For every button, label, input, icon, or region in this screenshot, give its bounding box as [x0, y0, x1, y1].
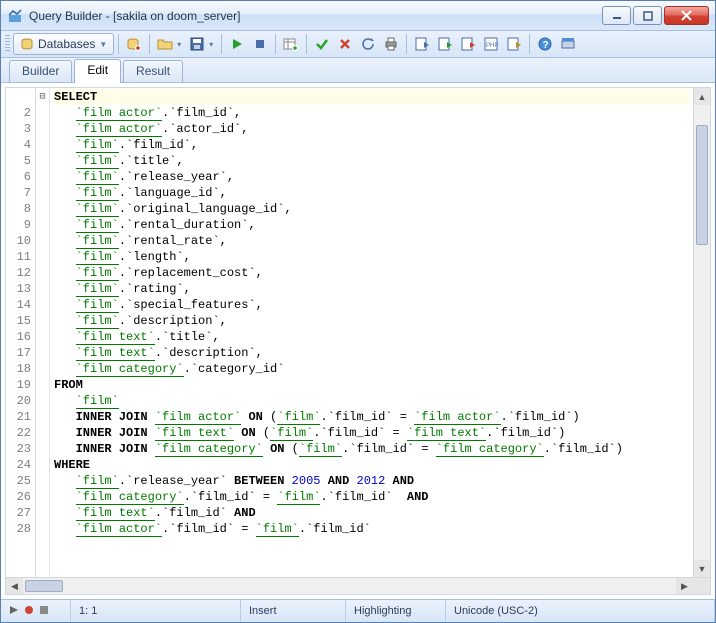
- save-icon[interactable]: [186, 33, 208, 55]
- toolbar-separator: [275, 34, 276, 54]
- cancel-icon[interactable]: [334, 33, 356, 55]
- svg-text:PHP: PHP: [486, 43, 498, 49]
- fold-column[interactable]: ⊟: [36, 88, 50, 577]
- toolbar-separator: [118, 34, 119, 54]
- check-icon[interactable]: [311, 33, 333, 55]
- databases-dropdown[interactable]: Databases ▼: [13, 33, 114, 55]
- scroll-up-icon[interactable]: ▲: [694, 88, 710, 105]
- export-icon-1[interactable]: [411, 33, 433, 55]
- options-icon[interactable]: [557, 33, 579, 55]
- titlebar: Query Builder - [sakila on doom_server]: [1, 1, 715, 31]
- tab-result[interactable]: Result: [123, 60, 183, 82]
- tab-edit[interactable]: Edit: [74, 59, 121, 83]
- tabbar: Builder Edit Result: [1, 58, 715, 83]
- window-title: Query Builder - [sakila on doom_server]: [29, 9, 602, 23]
- status-cursor-pos: 1: 1: [71, 600, 241, 622]
- open-icon[interactable]: [154, 33, 176, 55]
- status-encoding[interactable]: Unicode (USC-2): [446, 600, 715, 622]
- toolbar-separator: [149, 34, 150, 54]
- scroll-right-icon[interactable]: ▶: [676, 578, 693, 594]
- scroll-corner: [693, 578, 710, 594]
- editor: 2345678910111213141516171819202122232425…: [5, 87, 711, 595]
- status-insert-mode[interactable]: Insert: [241, 600, 346, 622]
- stop-macro-icon[interactable]: [39, 605, 49, 618]
- export-icon-2[interactable]: [434, 33, 456, 55]
- record-macro-icon[interactable]: [24, 605, 34, 618]
- chevron-down-icon: ▼: [99, 40, 107, 49]
- toolbar-separator: [529, 34, 530, 54]
- scroll-thumb[interactable]: [25, 580, 63, 592]
- code-area[interactable]: SELECT `film actor`.`film_id`, `film act…: [50, 88, 693, 577]
- export-icon-5[interactable]: [503, 33, 525, 55]
- minimize-button[interactable]: [602, 6, 631, 25]
- horizontal-scrollbar[interactable]: ◀ ▶: [6, 577, 710, 594]
- toolbar-separator: [221, 34, 222, 54]
- print-icon[interactable]: [380, 33, 402, 55]
- databases-label: Databases: [38, 37, 95, 51]
- toolbar: Databases ▼ ▾ ▾ PHP ?: [1, 31, 715, 58]
- export-icon-3[interactable]: [457, 33, 479, 55]
- toolbar-separator: [406, 34, 407, 54]
- export-php-icon[interactable]: PHP: [480, 33, 502, 55]
- scroll-left-icon[interactable]: ◀: [6, 578, 23, 594]
- stop-icon[interactable]: [249, 33, 271, 55]
- scroll-down-icon[interactable]: ▼: [694, 560, 710, 577]
- status-highlighting[interactable]: Highlighting: [346, 600, 446, 622]
- toolbar-grip[interactable]: [5, 35, 10, 53]
- line-gutter: 2345678910111213141516171819202122232425…: [6, 88, 36, 577]
- svg-text:?: ?: [543, 40, 549, 51]
- statusbar: 1: 1 Insert Highlighting Unicode (USC-2): [1, 599, 715, 622]
- scroll-thumb[interactable]: [696, 125, 708, 245]
- open-dropdown-icon[interactable]: ▾: [177, 40, 185, 49]
- close-button[interactable]: [664, 6, 709, 25]
- app-icon: [7, 8, 23, 24]
- help-icon[interactable]: ?: [534, 33, 556, 55]
- play-macro-icon[interactable]: [9, 605, 19, 618]
- maximize-button[interactable]: [633, 6, 662, 25]
- save-dropdown-icon[interactable]: ▾: [209, 40, 217, 49]
- new-query-icon[interactable]: [123, 33, 145, 55]
- refresh-icon[interactable]: [357, 33, 379, 55]
- macro-controls: [1, 600, 71, 622]
- tab-builder[interactable]: Builder: [9, 60, 72, 82]
- toolbar-separator: [306, 34, 307, 54]
- add-table-icon[interactable]: [280, 33, 302, 55]
- vertical-scrollbar[interactable]: ▲ ▼: [693, 88, 710, 577]
- execute-icon[interactable]: [226, 33, 248, 55]
